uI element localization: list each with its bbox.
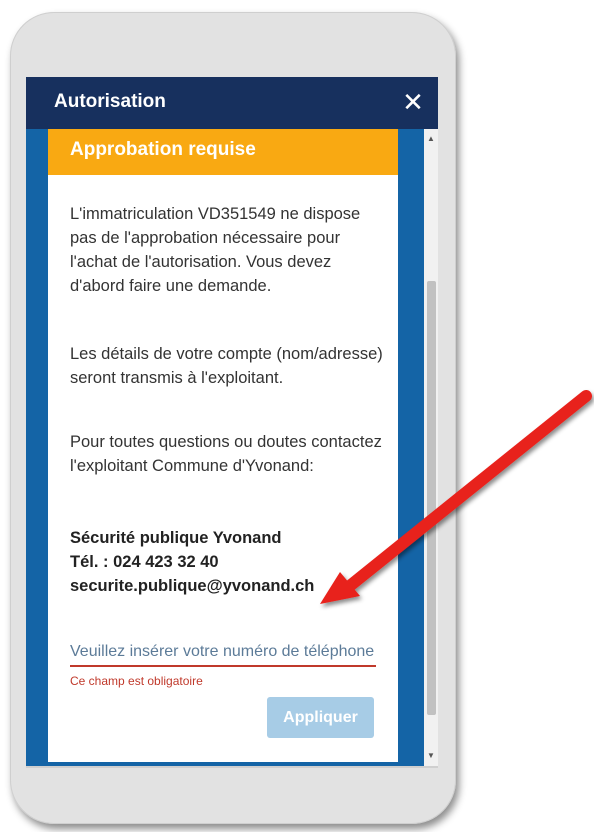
modal-body: Approbation requise L'immatriculation VD… [26,129,438,766]
card-heading: Approbation requise [70,139,256,160]
contact-instructions: Pour toutes questions ou doutes contacte… [70,433,382,475]
scroll-up-icon[interactable]: ▲ [424,131,438,147]
account-details-message: Les détails de votre compte (nom/adresse… [70,345,383,387]
scrollbar-thumb[interactable] [427,281,436,715]
phone-input[interactable] [70,639,376,665]
approval-message: L'immatriculation VD351549 ne dispose pa… [70,205,361,295]
modal-title: Autorisation [54,91,166,112]
apply-button[interactable]: Appliquer [267,697,374,738]
card-banner: Approbation requise [48,129,398,175]
close-icon[interactable]: ✕ [398,85,428,119]
contact-name: Sécurité publique Yvonand [70,529,282,547]
contact-block: Sécurité publique Yvonand Tél. : 024 423… [70,526,388,598]
contact-phone: Tél. : 024 423 32 40 [70,553,219,571]
approval-card: Approbation requise L'immatriculation VD… [48,129,398,762]
modal-bottom-edge [26,766,438,768]
contact-email: securite.publique@yvonand.ch [70,577,315,595]
scrollbar[interactable]: ▲ ▼ [424,129,438,766]
phone-field [70,639,376,667]
error-message: Ce champ est obligatoire [70,674,203,688]
modal-header: Autorisation ✕ [26,77,438,129]
scroll-down-icon[interactable]: ▼ [424,748,438,764]
